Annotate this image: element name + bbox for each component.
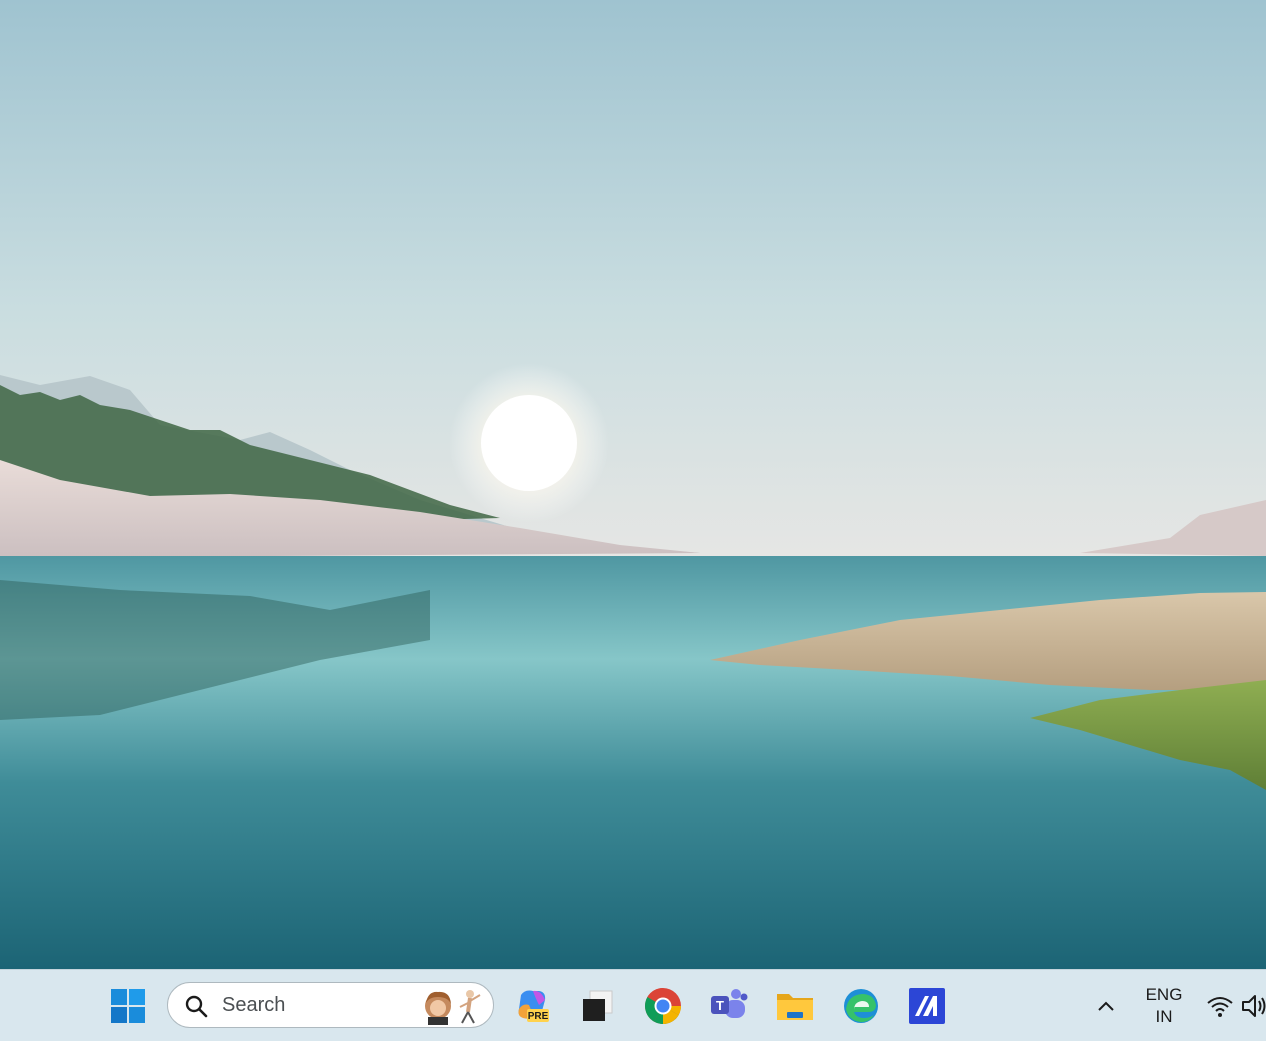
language-code: ENG: [1145, 985, 1183, 1004]
edge-button[interactable]: [839, 984, 883, 1028]
app-blue-icon: [909, 988, 945, 1024]
start-button[interactable]: [106, 984, 150, 1028]
volume-button[interactable]: [1240, 990, 1266, 1022]
edge-icon: [844, 989, 878, 1023]
teams-letter: T: [716, 998, 724, 1013]
wallpaper-landscape: [0, 0, 1266, 969]
teams-button[interactable]: T: [707, 984, 751, 1028]
search-box[interactable]: Search: [167, 982, 494, 1028]
search-highlight-illustration-icon: [425, 990, 481, 1025]
desktop-wallpaper: [0, 0, 1266, 969]
taskbar: Search PRE T ENG IN: [0, 969, 1266, 1041]
windows-logo-icon: [111, 989, 145, 1023]
chrome-icon: [645, 988, 681, 1025]
chevron-up-icon: [1098, 1001, 1114, 1011]
network-button[interactable]: [1204, 990, 1236, 1022]
teams-icon: T: [711, 989, 748, 1018]
search-placeholder: Search: [222, 994, 286, 1016]
copilot-preview-button[interactable]: PRE: [510, 984, 554, 1028]
search-icon: [185, 995, 208, 1018]
file-explorer-button[interactable]: [773, 984, 817, 1028]
task-view-icon: [583, 990, 613, 1021]
input-language-indicator[interactable]: ENG IN: [1140, 984, 1188, 1028]
show-hidden-icons-button[interactable]: [1090, 990, 1122, 1022]
language-region: IN: [1155, 1007, 1173, 1026]
folder-icon: [777, 994, 813, 1020]
speaker-icon: [1242, 995, 1266, 1017]
copilot-icon: PRE: [518, 990, 549, 1022]
copilot-badge: PRE: [528, 1011, 549, 1022]
blue-app-button[interactable]: [905, 984, 949, 1028]
wifi-icon: [1207, 997, 1233, 1017]
task-view-button[interactable]: [575, 984, 619, 1028]
chrome-button[interactable]: [641, 984, 685, 1028]
